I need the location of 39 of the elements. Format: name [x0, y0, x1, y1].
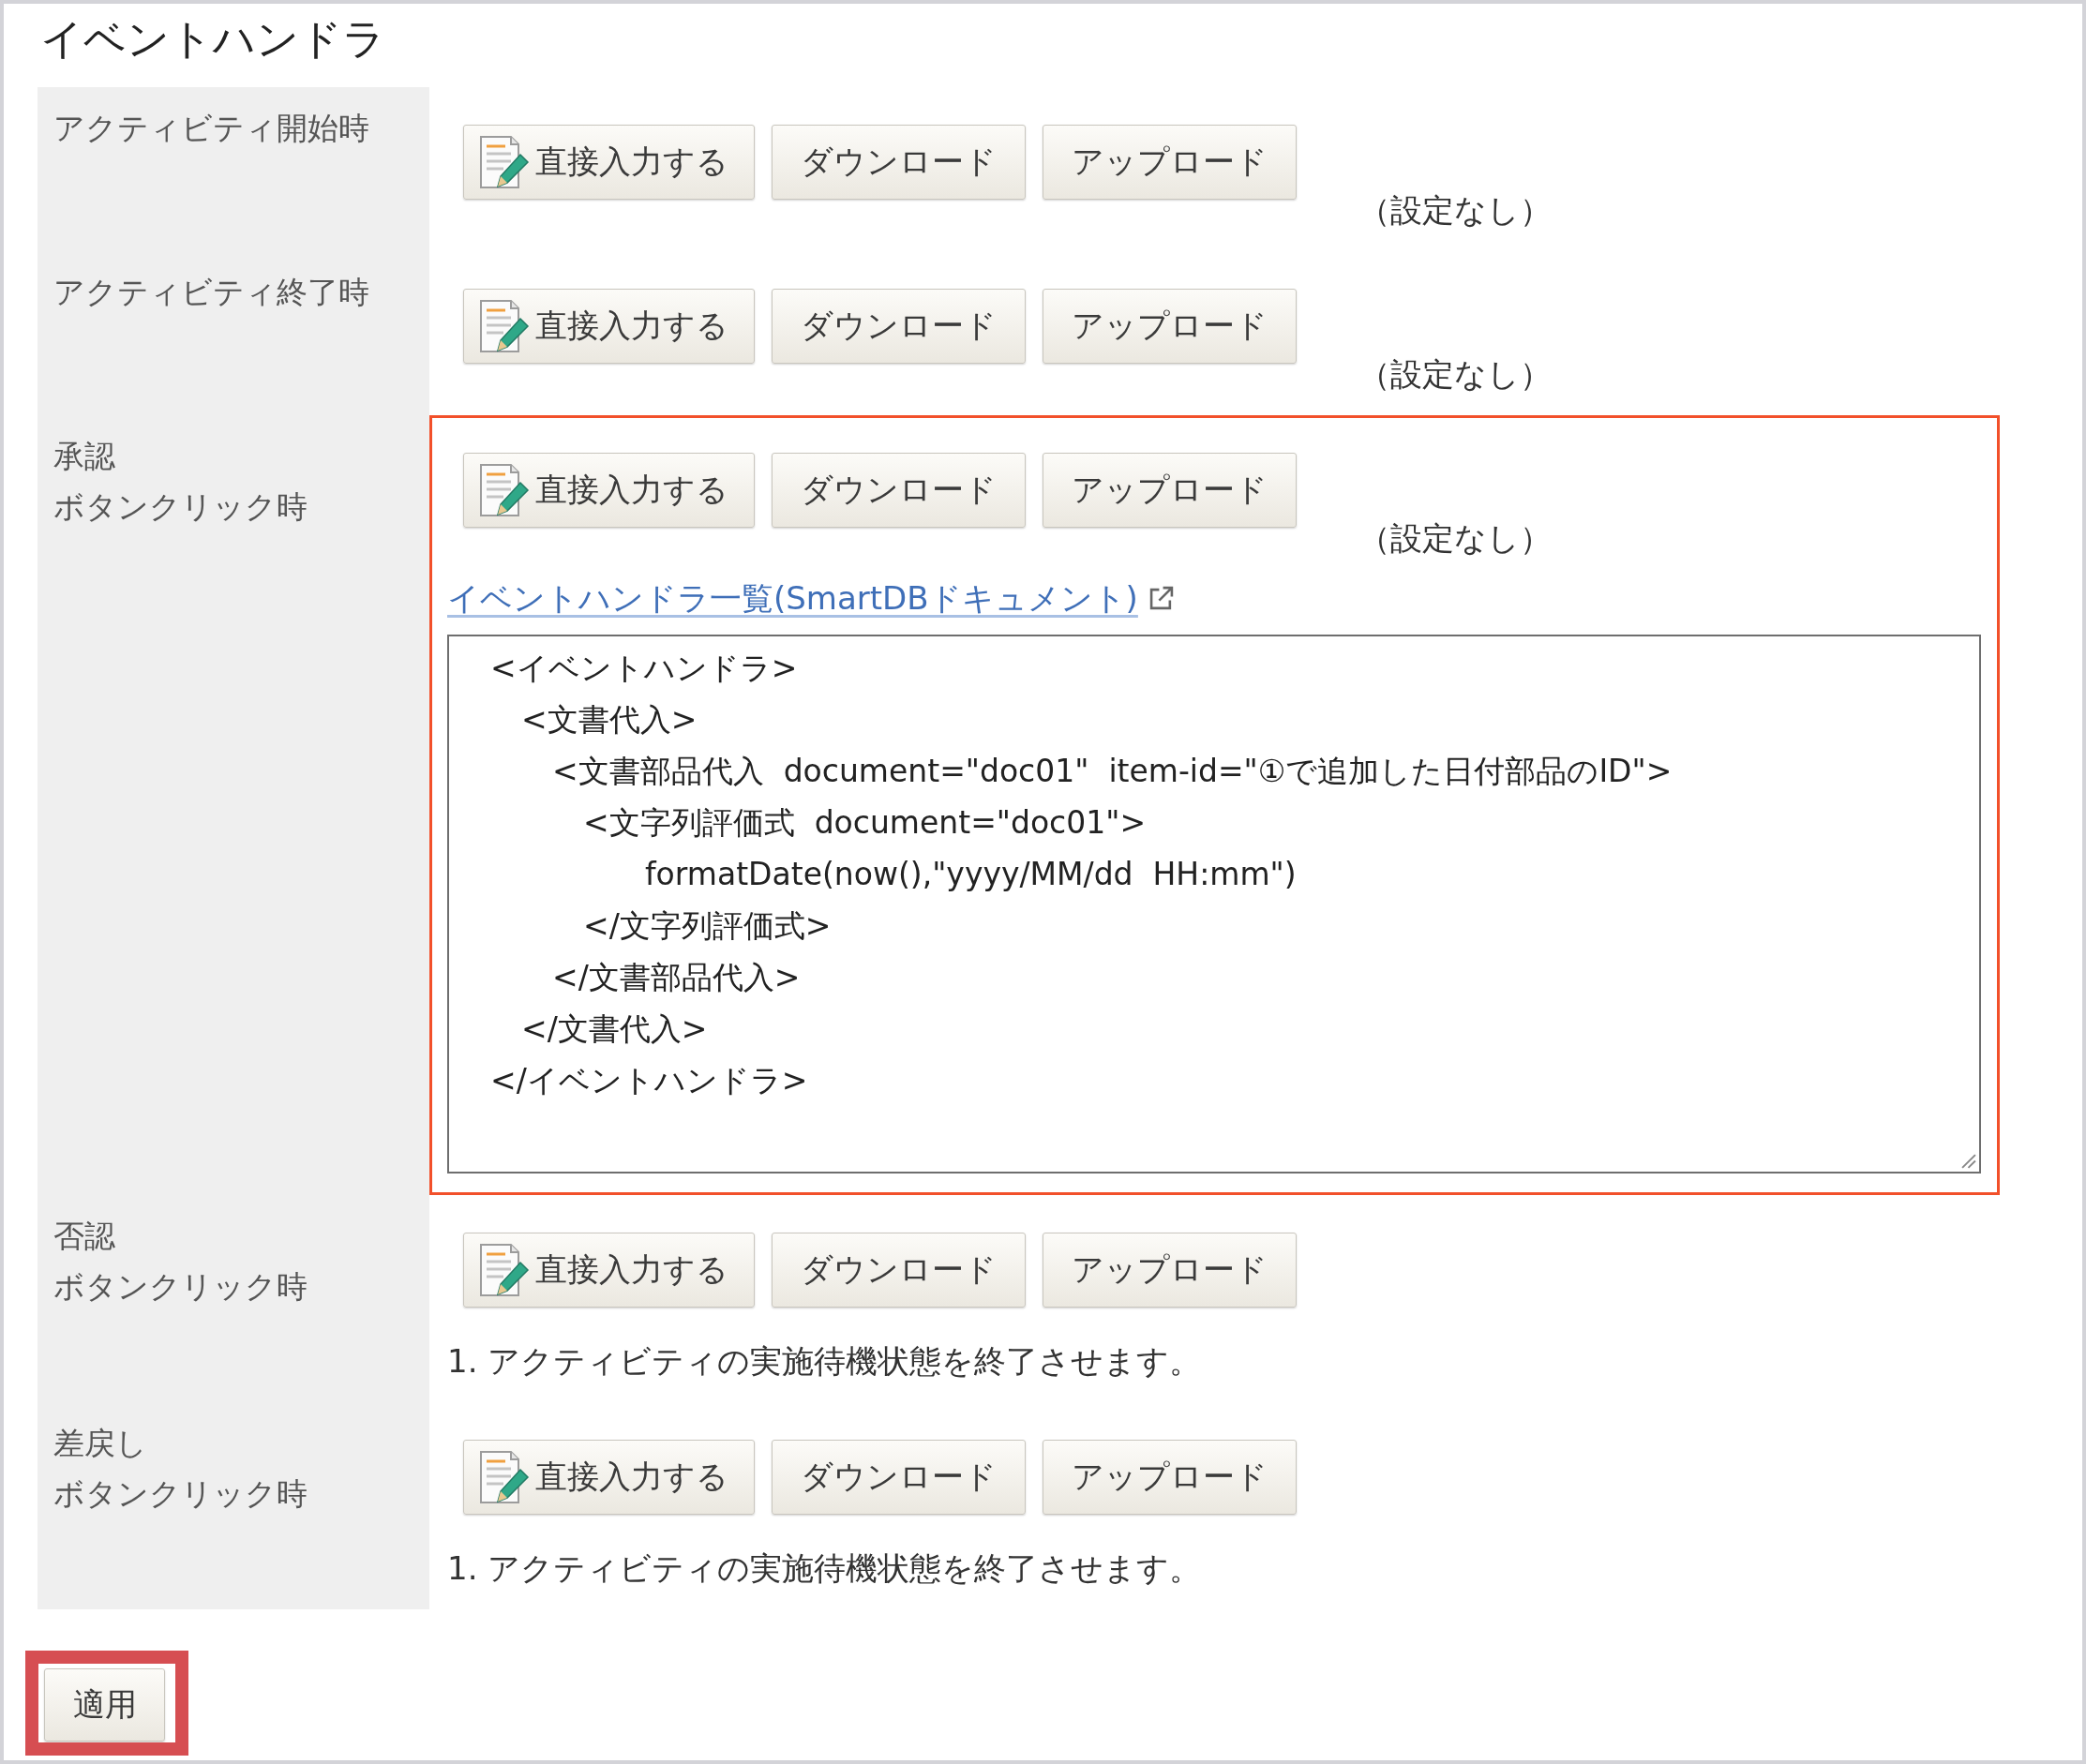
- document-pencil-icon: [479, 1450, 530, 1504]
- status-text: （設定なし）: [1358, 354, 1552, 394]
- direct-input-button[interactable]: 直接入力する: [463, 289, 755, 364]
- direct-input-button[interactable]: 直接入力する: [463, 125, 755, 200]
- note-text: 1. アクティビティの実施待機状態を終了させます。: [447, 1341, 1203, 1381]
- download-button[interactable]: ダウンロード: [772, 1233, 1026, 1308]
- download-button[interactable]: ダウンロード: [772, 125, 1026, 200]
- upload-button[interactable]: アップロード: [1043, 1233, 1297, 1308]
- upload-button[interactable]: アップロード: [1043, 125, 1297, 200]
- row-label: ボタンクリック時: [53, 1267, 308, 1307]
- document-pencil-icon: [479, 1243, 530, 1297]
- row-label: アクティビティ開始時: [53, 109, 369, 148]
- upload-button[interactable]: アップロード: [1043, 453, 1297, 528]
- direct-input-button[interactable]: 直接入力する: [463, 453, 755, 528]
- download-button[interactable]: ダウンロード: [772, 289, 1026, 364]
- row-label: ボタンクリック時: [53, 1474, 308, 1514]
- upload-button[interactable]: アップロード: [1043, 289, 1297, 364]
- documentation-link[interactable]: イベントハンドラ一覧(SmartDBドキュメント): [447, 578, 1138, 618]
- document-pencil-icon: [479, 299, 530, 353]
- row-label: アクティビティ終了時: [53, 273, 369, 312]
- direct-input-button[interactable]: 直接入力する: [463, 1233, 755, 1308]
- upload-button[interactable]: アップロード: [1043, 1440, 1297, 1515]
- row-label: ボタンクリック時: [53, 487, 308, 527]
- section-title: イベントハンドラ: [40, 13, 385, 66]
- download-button[interactable]: ダウンロード: [772, 453, 1026, 528]
- note-text: 1. アクティビティの実施待機状態を終了させます。: [447, 1548, 1203, 1588]
- direct-input-button[interactable]: 直接入力する: [463, 1440, 755, 1515]
- row-label: 承認: [53, 437, 115, 476]
- status-text: （設定なし）: [1358, 518, 1552, 558]
- status-text: （設定なし）: [1358, 190, 1552, 230]
- external-link-icon: [1148, 586, 1174, 610]
- resize-grip-icon: [1961, 1154, 1976, 1169]
- apply-button[interactable]: 適用: [44, 1668, 165, 1742]
- code-editor[interactable]: <イベントハンドラ> <文書代入> <文書部品代入 document="doc01" item-id="①で追加した日付部品のID"> <文字列評価式 document="doc01"> formatDate(now(),"yyyy/MM/dd HH:mm") </文字列評価式> </文書部品代入> </文書代入> </イベントハンドラ>: [447, 635, 1981, 1174]
- row-label: 否認: [53, 1217, 115, 1256]
- document-pencil-icon: [479, 135, 530, 189]
- row-label: 差戻し: [53, 1424, 147, 1463]
- download-button[interactable]: ダウンロード: [772, 1440, 1026, 1515]
- document-pencil-icon: [479, 463, 530, 517]
